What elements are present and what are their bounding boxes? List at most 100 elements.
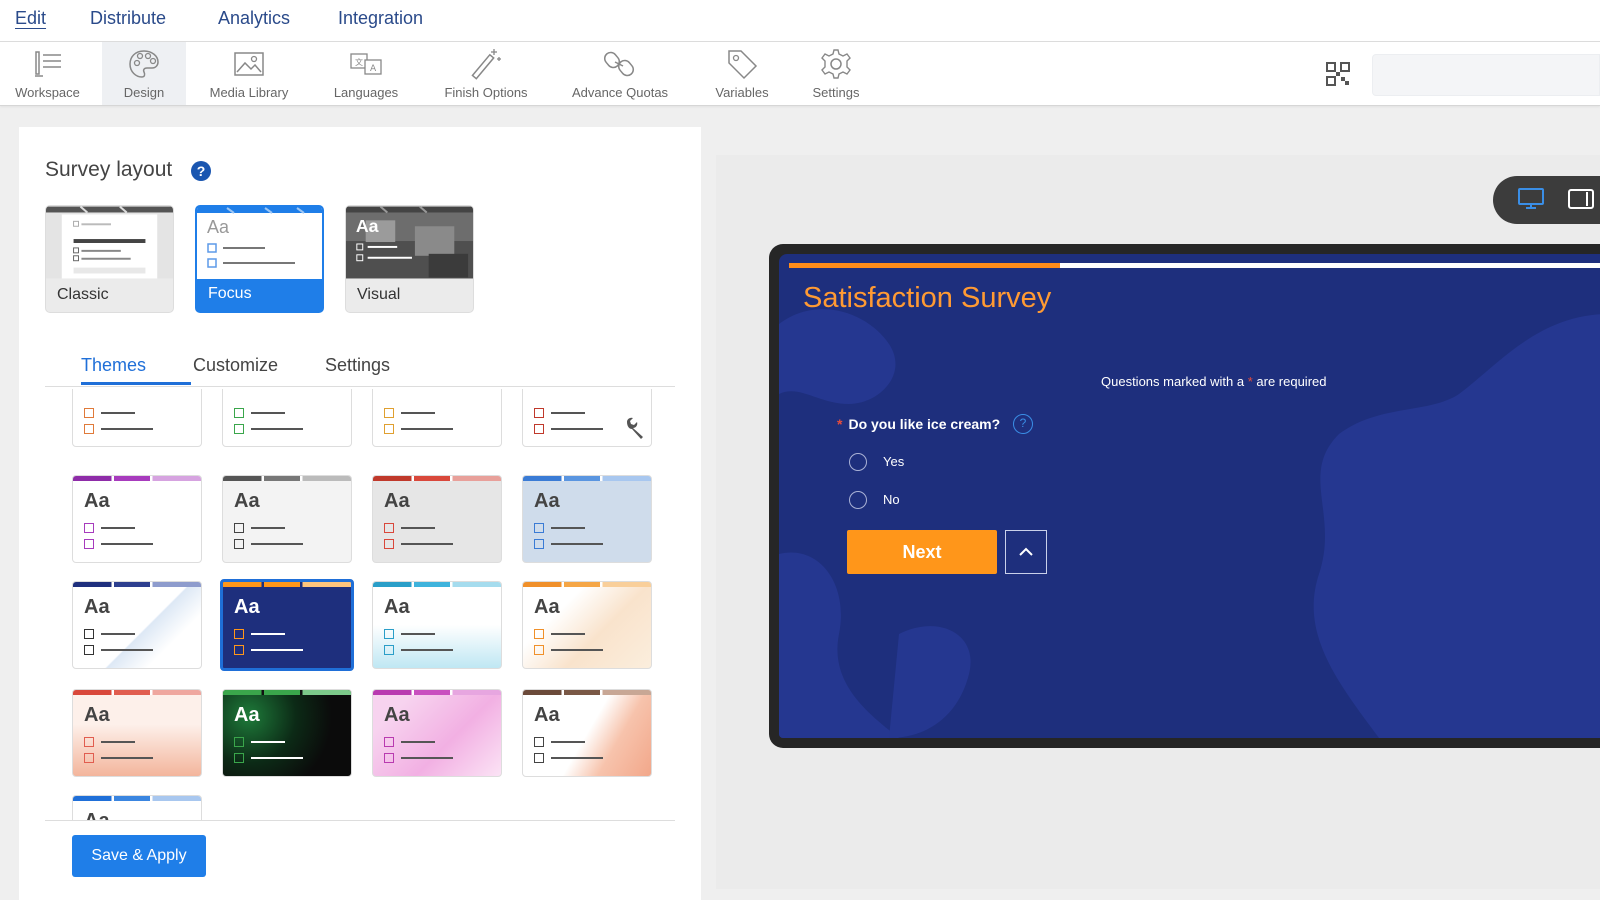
- line-glyph: [551, 428, 603, 430]
- toolbar-workspace[interactable]: Workspace: [0, 42, 95, 105]
- top-navigation: Edit Distribute Analytics Integration: [0, 0, 1600, 42]
- line-glyph: [401, 527, 435, 529]
- previous-button[interactable]: [1005, 530, 1047, 574]
- tablet-icon[interactable]: [1568, 188, 1594, 210]
- layout-focus[interactable]: Aa Focus: [195, 205, 324, 313]
- line-glyph: [551, 741, 585, 743]
- theme-card[interactable]: Aa: [522, 581, 652, 669]
- toolbar-finish-options[interactable]: Finish Options: [434, 42, 538, 105]
- theme-aa-label: Aa: [534, 596, 560, 618]
- next-button[interactable]: Next: [847, 530, 997, 574]
- theme-card[interactable]: Aa: [522, 689, 652, 777]
- theme-card[interactable]: [372, 389, 502, 447]
- focus-layout-thumbnail: Aa: [197, 207, 322, 279]
- magic-wand-icon: [471, 49, 501, 80]
- theme-aa-label: Aa: [234, 596, 260, 618]
- checkbox-glyph: [384, 629, 394, 639]
- layout-visual[interactable]: Aa Visual: [345, 205, 474, 313]
- decoration-dot: [167, 820, 187, 821]
- theme-aa-label: Aa: [384, 490, 410, 512]
- checkbox-glyph: [384, 523, 394, 533]
- checkbox-glyph: [84, 424, 94, 434]
- line-glyph: [251, 412, 285, 414]
- tab-analytics[interactable]: Analytics: [218, 8, 290, 29]
- line-glyph: [101, 428, 153, 430]
- toolbar-languages[interactable]: 文A Languages: [326, 42, 406, 105]
- tab-customize[interactable]: Customize: [193, 355, 278, 376]
- radio-yes[interactable]: [849, 453, 867, 471]
- option-label: No: [883, 492, 900, 507]
- checkbox-glyph: [84, 737, 94, 747]
- toolbar-label: Media Library: [209, 85, 289, 100]
- theme-aa-label: Aa: [234, 704, 260, 726]
- background-blobs: [779, 309, 1600, 738]
- qr-code-icon[interactable]: [1326, 62, 1350, 86]
- survey-title: Satisfaction Survey: [803, 282, 1052, 314]
- tab-integration[interactable]: Integration: [338, 8, 423, 29]
- theme-card-custom[interactable]: [522, 389, 652, 447]
- toolbar-advance-quotas[interactable]: Advance Quotas: [566, 42, 674, 105]
- checkbox-glyph: [234, 424, 244, 434]
- checkbox-glyph: [384, 737, 394, 747]
- toolbar-settings[interactable]: Settings: [804, 42, 868, 105]
- checkbox-glyph: [534, 424, 544, 434]
- toolbar-label: Settings: [812, 85, 860, 100]
- tab-themes[interactable]: Themes: [81, 355, 146, 376]
- classic-layout-thumbnail: [46, 206, 173, 279]
- checkbox-glyph: [234, 523, 244, 533]
- image-icon: [234, 52, 264, 76]
- layout-label: Classic: [57, 286, 109, 303]
- radio-no[interactable]: [849, 491, 867, 509]
- toolbar-label: Workspace: [15, 85, 80, 100]
- gear-icon: [821, 49, 851, 79]
- theme-card-selected[interactable]: Aa: [220, 579, 354, 671]
- help-icon[interactable]: ?: [191, 161, 211, 181]
- required-note-before: Questions marked with a: [1101, 374, 1245, 389]
- toolbar-design[interactable]: Design: [102, 42, 186, 105]
- tab-edit[interactable]: Edit: [15, 8, 46, 29]
- theme-card[interactable]: Aa: [522, 475, 652, 563]
- question-help-icon[interactable]: ?: [1013, 414, 1033, 434]
- line-glyph: [551, 543, 603, 545]
- layout-label: Focus: [208, 285, 252, 302]
- line-glyph: [251, 428, 303, 430]
- toolbar-variables[interactable]: Variables: [706, 42, 778, 105]
- themes-grid[interactable]: Aa Aa Aa Aa Aa Aa Aa Aa Aa Aa Aa Aa Aa: [45, 389, 675, 821]
- theme-aa-label: Aa: [84, 810, 110, 821]
- save-apply-button[interactable]: Save & Apply: [72, 835, 206, 877]
- tab-distribute[interactable]: Distribute: [90, 8, 166, 29]
- checkbox-glyph: [234, 629, 244, 639]
- layout-classic[interactable]: Classic: [45, 205, 174, 313]
- line-glyph: [101, 649, 153, 651]
- search-input[interactable]: [1372, 54, 1600, 96]
- theme-aa-label: Aa: [84, 704, 110, 726]
- svg-text:文: 文: [355, 57, 363, 67]
- theme-card[interactable]: Aa: [372, 581, 502, 669]
- theme-card[interactable]: Aa: [72, 581, 202, 669]
- toolbar-media-library[interactable]: Media Library: [200, 42, 298, 105]
- theme-card[interactable]: Aa: [372, 689, 502, 777]
- checkbox-glyph: [84, 753, 94, 763]
- line-glyph: [101, 757, 153, 759]
- theme-card[interactable]: Aa: [72, 689, 202, 777]
- theme-card[interactable]: Aa: [222, 475, 352, 563]
- theme-card[interactable]: Aa: [372, 475, 502, 563]
- desktop-icon[interactable]: [1518, 188, 1544, 210]
- progress-fill: [789, 263, 1060, 268]
- line-glyph: [251, 741, 285, 743]
- tab-settings[interactable]: Settings: [325, 355, 390, 376]
- theme-card[interactable]: Aa: [72, 475, 202, 563]
- checkbox-glyph: [234, 645, 244, 655]
- theme-card[interactable]: [72, 389, 202, 447]
- theme-card[interactable]: Aa: [222, 689, 352, 777]
- theme-card[interactable]: Aa: [72, 795, 202, 821]
- survey-layout-title: Survey layout: [45, 158, 173, 181]
- theme-card[interactable]: [222, 389, 352, 447]
- progress-bar: [789, 263, 1600, 268]
- required-star: *: [837, 416, 843, 432]
- toolbar-label: Advance Quotas: [571, 85, 669, 100]
- svg-text:Aa: Aa: [356, 216, 379, 236]
- line-glyph: [551, 527, 585, 529]
- line-glyph: [401, 633, 435, 635]
- checkbox-glyph: [234, 737, 244, 747]
